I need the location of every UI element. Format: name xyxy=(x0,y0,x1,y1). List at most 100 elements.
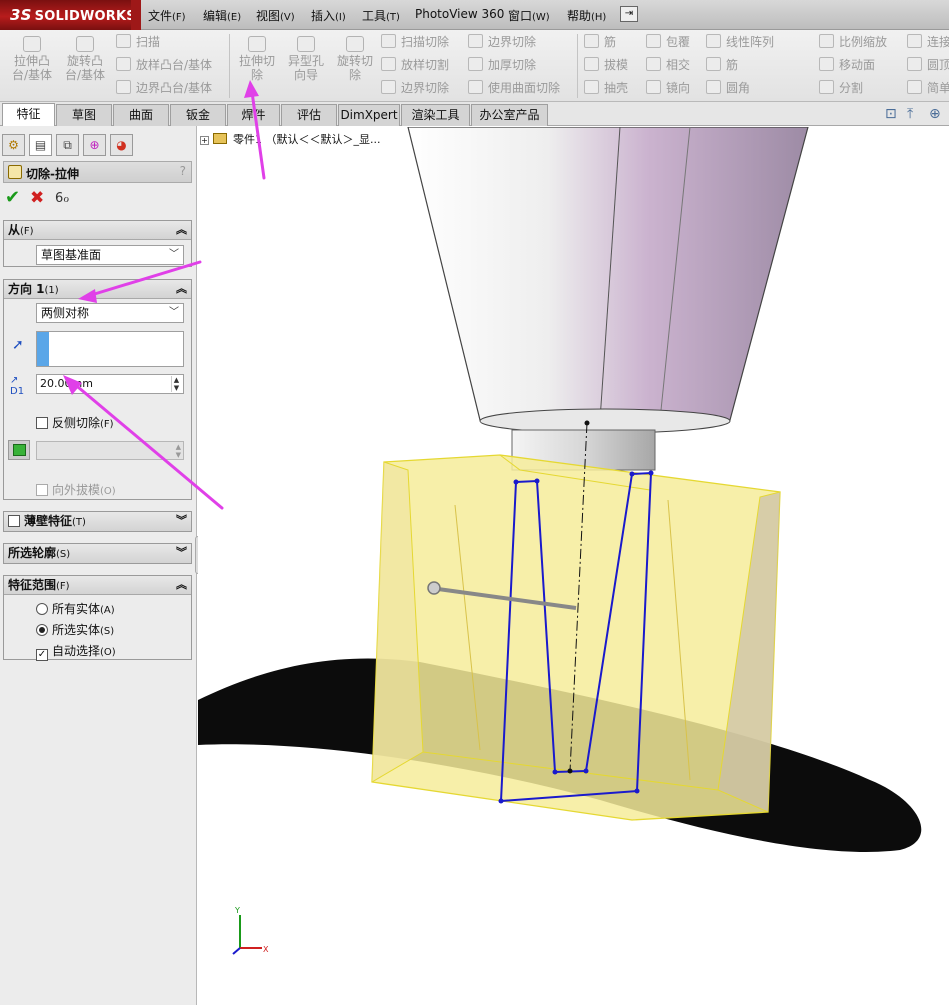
detailed-preview-icon[interactable]: 6ℴ xyxy=(55,191,69,206)
boundary-cut-button[interactable]: 边界切除 xyxy=(381,78,449,98)
thin-feature-checkbox[interactable] xyxy=(8,515,20,527)
tab-render-tools[interactable]: 渲染工具 xyxy=(401,104,470,126)
boundary-icon xyxy=(116,80,131,94)
tab-evaluate[interactable]: 评估 xyxy=(281,104,337,126)
zoom-area-icon[interactable]: ⊕ xyxy=(929,106,941,122)
expand-icon[interactable]: ︾ xyxy=(176,512,187,530)
end-condition-select[interactable]: 两侧对称 ﹀ xyxy=(36,303,184,323)
tab-dimxpert[interactable]: DimXpert xyxy=(338,104,400,126)
solidworks-logo[interactable]: 3S SOLIDWORKS xyxy=(0,0,136,30)
rib-button[interactable]: 筋 xyxy=(584,32,616,52)
linear-pattern-button[interactable]: 线性阵列 xyxy=(706,32,774,52)
collapse-icon[interactable]: ︽ xyxy=(176,576,187,594)
lofted-cut-button[interactable]: 放样切割 xyxy=(381,55,449,75)
expand-icon[interactable]: + xyxy=(200,136,209,145)
depth-input[interactable]: 20.00mm ▲ ▼ xyxy=(36,374,184,394)
swept-cut-button[interactable]: 扫描切除 xyxy=(381,32,449,52)
tab-weldments[interactable]: 焊件 xyxy=(227,104,280,126)
collapse-icon[interactable]: ︽ xyxy=(176,221,187,239)
sweep-button[interactable]: 扫描 xyxy=(116,32,160,52)
selected-contours-header[interactable]: 所选轮廓(S) ︾ xyxy=(4,544,191,563)
feature-manager-tab[interactable]: ⚙ xyxy=(2,134,25,156)
boundary-boss-button[interactable]: 边界凸台/基体 xyxy=(116,78,212,98)
menu-help[interactable]: 帮助(H) xyxy=(567,7,606,24)
intersect-button[interactable]: 相交 xyxy=(646,55,690,75)
mirror-button[interactable]: 镜向 xyxy=(646,78,690,98)
scale-button[interactable]: 比例缩放 xyxy=(819,32,887,52)
auto-select-checkbox[interactable]: ✓ 自动选择(O) xyxy=(36,642,116,661)
draft-toggle-button[interactable] xyxy=(8,440,30,460)
selection-color-swatch xyxy=(37,332,49,366)
menu-photoview[interactable]: PhotoView 360 xyxy=(415,7,504,21)
combine-button[interactable]: 连接 xyxy=(907,32,949,52)
expand-icon[interactable]: ︾ xyxy=(176,544,187,562)
boundary-cut-button-2[interactable]: 边界切除 xyxy=(468,32,536,52)
zoom-to-fit-icon[interactable]: ⊡ xyxy=(885,106,897,122)
menu-window[interactable]: 窗口(W) xyxy=(508,7,550,24)
split-button[interactable]: 分割 xyxy=(819,78,863,98)
help-icon[interactable]: ? xyxy=(180,164,186,178)
simple-hole-button[interactable]: 简单 xyxy=(907,78,949,98)
menu-view[interactable]: 视图(V) xyxy=(256,7,295,24)
extrude-cut-button[interactable]: 拉伸切除 xyxy=(232,36,282,82)
draft-icon xyxy=(584,57,599,71)
thicken-cut-button[interactable]: 加厚切除 xyxy=(468,55,536,75)
extrude-boss-icon xyxy=(23,36,41,52)
configuration-manager-tab[interactable]: ⧉ xyxy=(56,134,79,156)
shell-button[interactable]: 抽壳 xyxy=(584,78,628,98)
draft-button[interactable]: 拔模 xyxy=(584,55,628,75)
all-bodies-radio[interactable]: 所有实体(A) xyxy=(36,600,115,617)
pin-icon[interactable]: ⇥ xyxy=(620,6,638,22)
menu-edit[interactable]: 编辑(E) xyxy=(203,7,241,24)
depth-dimension-icon: ↗ D1 xyxy=(10,375,25,397)
fillet-icon xyxy=(706,80,721,94)
extrude-boss-button[interactable]: 拉伸凸 台/基体 xyxy=(7,36,57,82)
tab-surfaces[interactable]: 曲面 xyxy=(113,104,169,126)
loft-icon xyxy=(116,57,131,71)
rib-button-2[interactable]: 筋 xyxy=(706,55,738,75)
surface-cut-button[interactable]: 使用曲面切除 xyxy=(468,78,560,98)
rib-icon xyxy=(706,57,721,71)
menu-file[interactable]: 文件(F) xyxy=(148,7,186,24)
feature-tree-icon: ⚙ xyxy=(8,138,19,152)
graphics-viewport[interactable]: Y X xyxy=(198,127,949,1005)
simple-hole-icon xyxy=(907,80,922,94)
wrap-icon xyxy=(646,34,661,48)
feature-tree-flyout-node[interactable]: + 零件1 （默认＜＜默认＞_显... xyxy=(200,131,380,147)
flip-side-checkbox[interactable]: 反侧切除(F) xyxy=(36,414,114,431)
display-manager-icon: ◕ xyxy=(116,138,127,152)
dimxpert-manager-tab[interactable]: ⊕ xyxy=(83,134,106,156)
fillet-button[interactable]: 圆角 xyxy=(706,78,750,98)
tab-sheet-metal[interactable]: 钣金 xyxy=(170,104,226,126)
menu-tools[interactable]: 工具(T) xyxy=(362,7,400,24)
split-icon xyxy=(819,80,834,94)
logo-flyout-arrow[interactable] xyxy=(131,0,141,30)
tab-sketch[interactable]: 草图 xyxy=(56,104,112,126)
revolve-cut-button[interactable]: 旋转切除 xyxy=(330,36,380,82)
display-manager-tab[interactable]: ◕ xyxy=(110,134,133,156)
hole-wizard-button[interactable]: 异型孔 向导 xyxy=(281,36,331,82)
dome-button[interactable]: 圆顶 xyxy=(907,55,949,75)
selected-bodies-radio[interactable]: 所选实体(S) xyxy=(36,621,114,638)
cancel-button[interactable]: ✖ xyxy=(30,188,44,208)
tab-office-products[interactable]: 办公室产品 xyxy=(471,104,548,126)
loft-boss-button[interactable]: 放样凸台/基体 xyxy=(116,55,212,75)
menu-insert[interactable]: 插入(I) xyxy=(311,7,346,24)
from-group-header[interactable]: 从(F) ︽ xyxy=(4,221,191,240)
depth-spinner[interactable]: ▲ ▼ xyxy=(171,376,181,392)
thin-feature-header[interactable]: 薄壁特征(T) ︾ xyxy=(4,512,191,531)
revolve-boss-button[interactable]: 旋转凸 台/基体 xyxy=(60,36,110,82)
feature-scope-header[interactable]: 特征范围(F) ︽ xyxy=(4,576,191,595)
wrap-button[interactable]: 包覆 xyxy=(646,32,690,52)
direction1-group-header[interactable]: 方向 1(1) ︽ xyxy=(4,280,191,299)
surface-cut-icon xyxy=(468,80,483,94)
from-start-select[interactable]: 草图基准面 ﹀ xyxy=(36,245,184,265)
ok-button[interactable]: ✔ xyxy=(5,188,20,208)
part-icon xyxy=(213,133,227,144)
property-manager-tab[interactable]: ▤ xyxy=(29,134,52,156)
tab-features[interactable]: 特征 xyxy=(2,103,55,127)
rotate-view-icon[interactable]: ⤒ xyxy=(907,106,913,122)
direction-selection-box[interactable] xyxy=(36,331,184,367)
move-face-button[interactable]: 移动面 xyxy=(819,55,875,75)
collapse-icon[interactable]: ︽ xyxy=(176,280,187,298)
